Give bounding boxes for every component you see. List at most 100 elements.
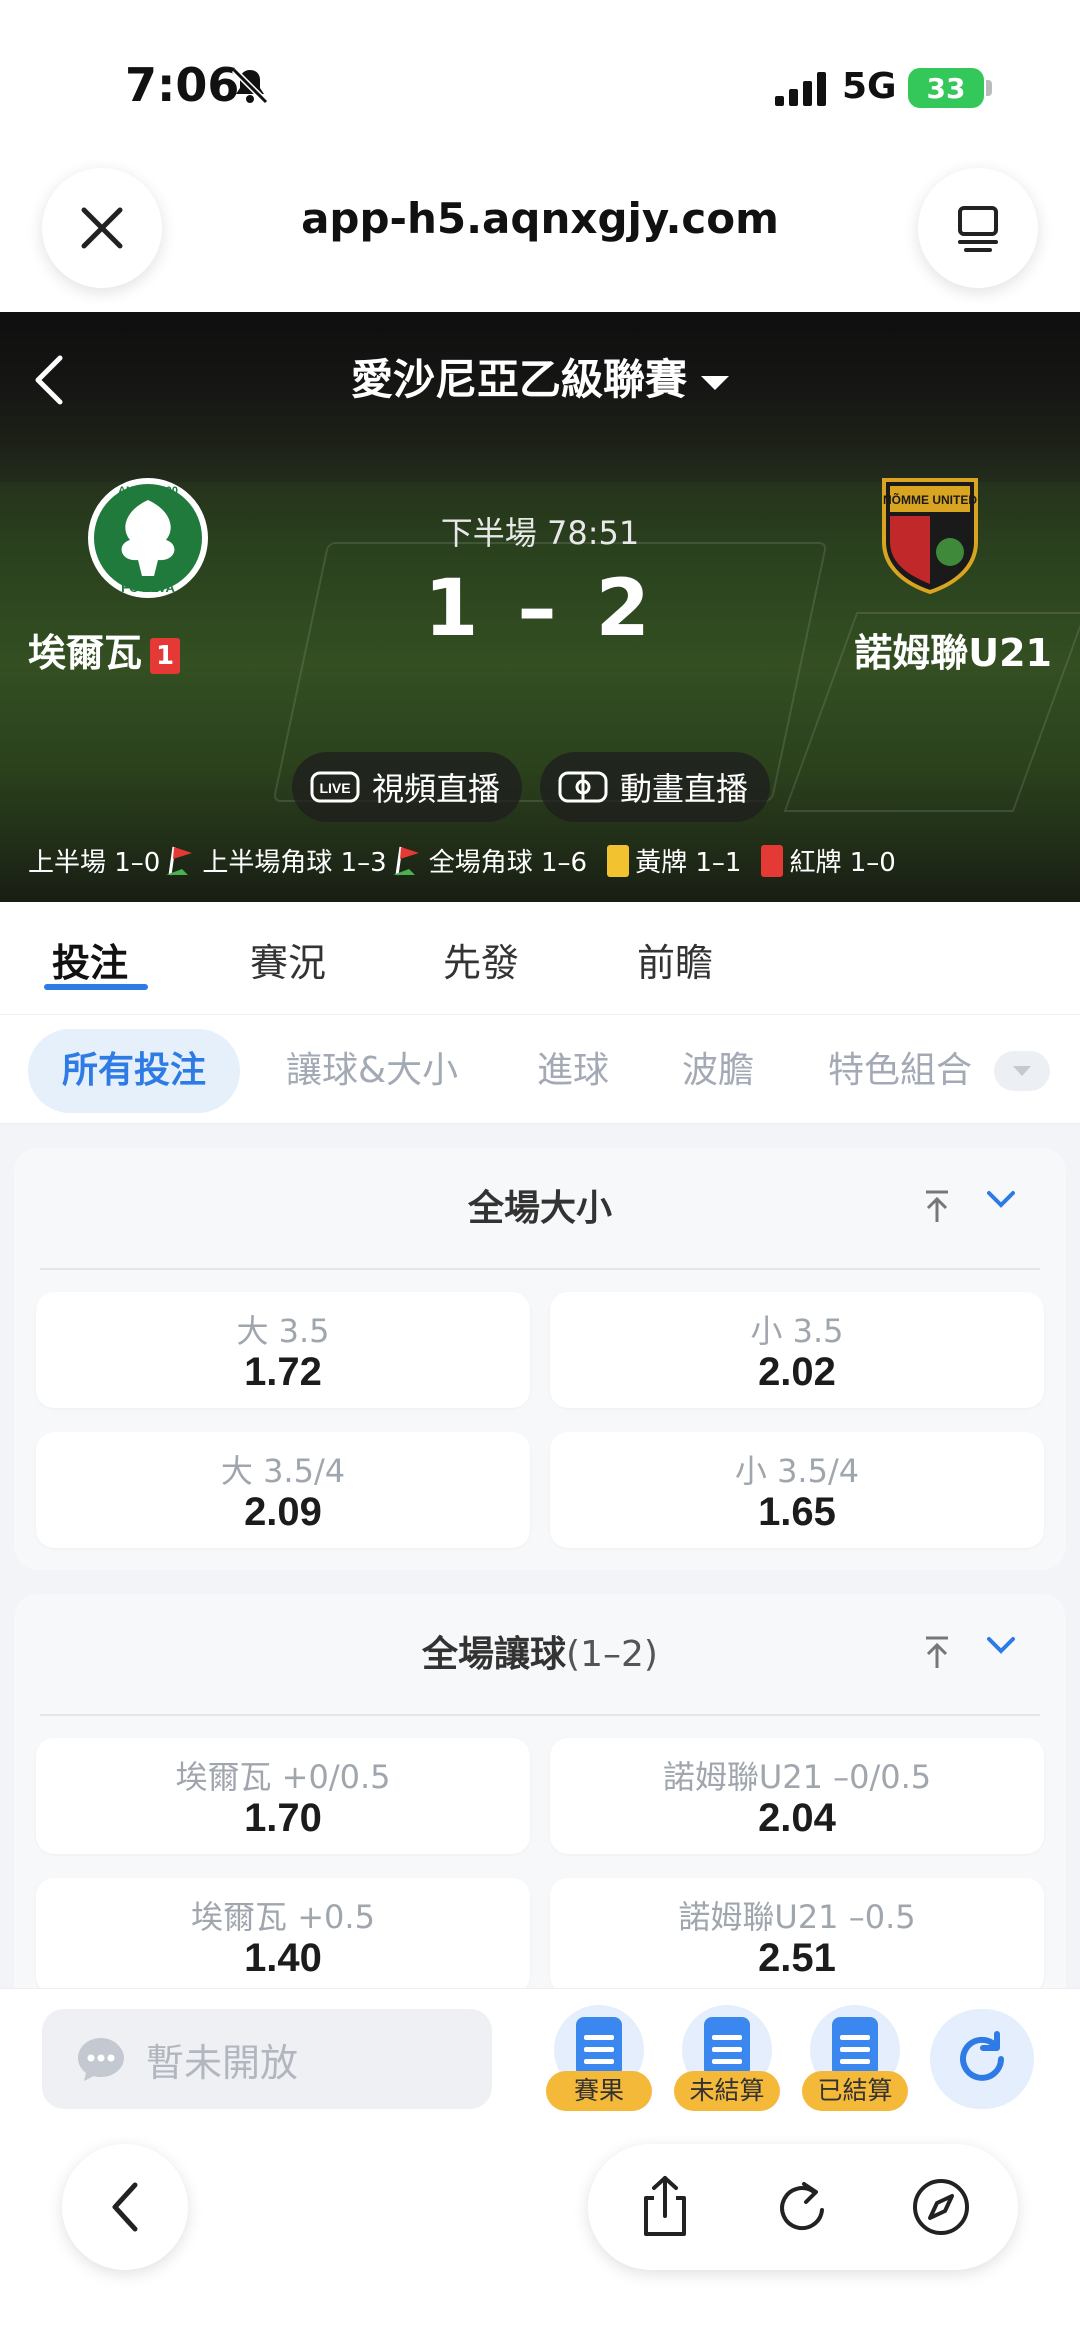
animation-live-label: 動畫直播 bbox=[620, 770, 749, 808]
live-video-icon: LIVE bbox=[310, 771, 360, 803]
tab-live-stats[interactable]: 賽況 bbox=[250, 932, 326, 987]
divider bbox=[40, 1268, 1040, 1270]
league-selector[interactable]: 愛沙尼亞乙級聯賽 bbox=[0, 346, 1080, 407]
pin-top-icon[interactable] bbox=[922, 1188, 952, 1224]
battery-tip bbox=[986, 80, 992, 96]
active-tab-indicator bbox=[44, 984, 148, 990]
settled-label: 已結算 bbox=[802, 2071, 908, 2111]
market-card-handicap: 全場讓球(1–2) 埃爾瓦 +0/0.5 1.70 諾姆聯U21 –0/0.5 2.… bbox=[14, 1594, 1066, 2014]
menu-button[interactable] bbox=[918, 168, 1038, 288]
corner-flag-icon bbox=[166, 846, 193, 875]
match-score: 1 – 2 bbox=[424, 564, 656, 654]
chevron-down-icon bbox=[1013, 1066, 1031, 1076]
market-title-text: 全場大小 bbox=[467, 1188, 612, 1229]
calendar-icon bbox=[832, 2017, 878, 2077]
share-icon[interactable] bbox=[632, 2174, 698, 2240]
odds-button[interactable]: 大 3.5 1.72 bbox=[36, 1292, 530, 1408]
chat-input[interactable]: 暫未開放 bbox=[42, 2009, 492, 2109]
yellow-card-icon bbox=[607, 844, 630, 877]
filter-specials[interactable]: 特色組合 bbox=[828, 1029, 974, 1113]
unsettled-label: 未結算 bbox=[674, 2071, 780, 2111]
battery-icon: 33 bbox=[908, 68, 984, 108]
calendar-icon bbox=[704, 2017, 750, 2077]
tab-lineup[interactable]: 先發 bbox=[443, 932, 519, 987]
refresh-icon bbox=[960, 2031, 1004, 2081]
odds-value: 2.51 bbox=[758, 1936, 836, 1980]
settled-button[interactable]: 已結算 bbox=[802, 2005, 908, 2113]
filter-all-bets[interactable]: 所有投注 bbox=[28, 1029, 241, 1113]
match-header: 愛沙尼亞乙級聯賽 ANNO 2000 FC ELVA 埃爾瓦 1 NÕMME UN… bbox=[0, 312, 1080, 902]
document-icon bbox=[576, 2017, 622, 2077]
screen: { "status_bar": {"time": "7:06", "networ… bbox=[0, 0, 1080, 2348]
odds-button[interactable]: 埃爾瓦 +0/0.5 1.70 bbox=[36, 1738, 530, 1854]
market-title-text: 全場讓球 bbox=[422, 1634, 567, 1675]
battery-level: 33 bbox=[926, 71, 966, 105]
filter-correct-score[interactable]: 波膽 bbox=[682, 1029, 754, 1113]
collapse-chevron-icon[interactable] bbox=[986, 1636, 1016, 1656]
corner-flag-icon bbox=[392, 846, 419, 875]
collapse-chevron-icon[interactable] bbox=[986, 1190, 1016, 1210]
odds-label: 埃爾瓦 +0.5 bbox=[191, 1898, 375, 1936]
caret-down-icon bbox=[701, 375, 729, 390]
first-half-score: 上半場 1–0 bbox=[28, 848, 161, 878]
first-half-corners: 上半場角球 1–3 bbox=[202, 848, 387, 878]
results-button[interactable]: 賽果 bbox=[546, 2005, 652, 2113]
browser-actions bbox=[588, 2144, 1018, 2270]
market-card-total: 全場大小 大 3.5 1.72 小 3.5 2.02 大 3.5/4 2.09 小 3… bbox=[14, 1148, 1066, 1570]
odds-value: 1.65 bbox=[758, 1490, 836, 1534]
filter-goals[interactable]: 進球 bbox=[537, 1029, 609, 1113]
results-label: 賽果 bbox=[546, 2071, 652, 2111]
full-time-corners: 全場角球 1–6 bbox=[428, 848, 588, 878]
match-period-clock: 下半場 78:51 bbox=[440, 514, 640, 552]
chat-bubble-icon bbox=[78, 2038, 124, 2081]
match-tabs: 投注 賽況 先發 前瞻 bbox=[0, 902, 1080, 1014]
chevron-left-icon bbox=[112, 2182, 138, 2232]
match-stats-row: 上半場 1–0 上半場角球 1–3 全場角球 1–6 黃牌 1–1 紅牌 1–0 bbox=[28, 842, 1068, 879]
filter-handicap-total[interactable]: 讓球&大小 bbox=[286, 1029, 458, 1113]
browser-header: app-h5.aqnxgjy.com bbox=[0, 150, 1080, 312]
network-type: 5G bbox=[842, 66, 897, 107]
tabs-icon bbox=[958, 206, 998, 252]
crest-text: NÕMME UNITED bbox=[883, 492, 977, 507]
odds-button[interactable]: 諾姆聯U21 –0.5 2.51 bbox=[550, 1878, 1044, 1994]
odds-label: 諾姆聯U21 –0.5 bbox=[678, 1898, 916, 1936]
league-name: 愛沙尼亞乙級聯賽 bbox=[350, 355, 687, 404]
odds-value: 2.02 bbox=[758, 1350, 836, 1394]
unsettled-button[interactable]: 未結算 bbox=[674, 2005, 780, 2113]
tab-preview[interactable]: 前瞻 bbox=[637, 932, 713, 987]
odds-button[interactable]: 諾姆聯U21 –0/0.5 2.04 bbox=[550, 1738, 1044, 1854]
odds-label: 小 3.5/4 bbox=[734, 1452, 860, 1490]
pin-top-icon[interactable] bbox=[922, 1634, 952, 1670]
odds-label: 諾姆聯U21 –0/0.5 bbox=[662, 1758, 932, 1796]
odds-button[interactable]: 小 3.5 2.02 bbox=[550, 1292, 1044, 1408]
odds-button[interactable]: 小 3.5/4 1.65 bbox=[550, 1432, 1044, 1548]
reload-icon[interactable] bbox=[770, 2174, 836, 2240]
market-subtitle: (1–2) bbox=[566, 1634, 658, 1675]
market-title: 全場大小 bbox=[14, 1148, 1066, 1270]
odds-button[interactable]: 埃爾瓦 +0.5 1.40 bbox=[36, 1878, 530, 1994]
market-filters: 所有投注 讓球&大小 進球 波膽 特色組合 bbox=[0, 1014, 1080, 1124]
yellow-cards: 黃牌 1–1 bbox=[635, 848, 742, 878]
animation-live-button[interactable]: 動畫直播 bbox=[540, 752, 771, 822]
video-live-button[interactable]: LIVE 視頻直播 bbox=[292, 752, 523, 822]
tab-bet[interactable]: 投注 bbox=[52, 932, 128, 987]
market-title: 全場讓球(1–2) bbox=[14, 1594, 1066, 1716]
odds-label: 埃爾瓦 +0/0.5 bbox=[175, 1758, 391, 1796]
compass-icon[interactable] bbox=[908, 2174, 974, 2240]
red-card-icon bbox=[761, 844, 784, 877]
pitch-icon bbox=[558, 771, 608, 803]
bell-muted-icon bbox=[231, 67, 269, 105]
odds-value: 1.72 bbox=[244, 1350, 322, 1394]
more-filters-button[interactable] bbox=[994, 1051, 1050, 1091]
bet-action-bar: 暫未開放 賽果 未結算 已結算 bbox=[0, 1988, 1080, 2128]
odds-value: 2.09 bbox=[244, 1490, 322, 1534]
odds-label: 大 3.5 bbox=[236, 1312, 330, 1350]
status-bar: 7:06 5G 33 bbox=[0, 0, 1080, 170]
signal-icon bbox=[775, 72, 826, 106]
browser-back-button[interactable] bbox=[62, 2144, 188, 2270]
red-cards: 紅牌 1–0 bbox=[789, 848, 896, 878]
status-time: 7:06 bbox=[125, 58, 240, 112]
refresh-button[interactable] bbox=[930, 2009, 1034, 2109]
odds-value: 1.70 bbox=[244, 1796, 322, 1840]
odds-button[interactable]: 大 3.5/4 2.09 bbox=[36, 1432, 530, 1548]
